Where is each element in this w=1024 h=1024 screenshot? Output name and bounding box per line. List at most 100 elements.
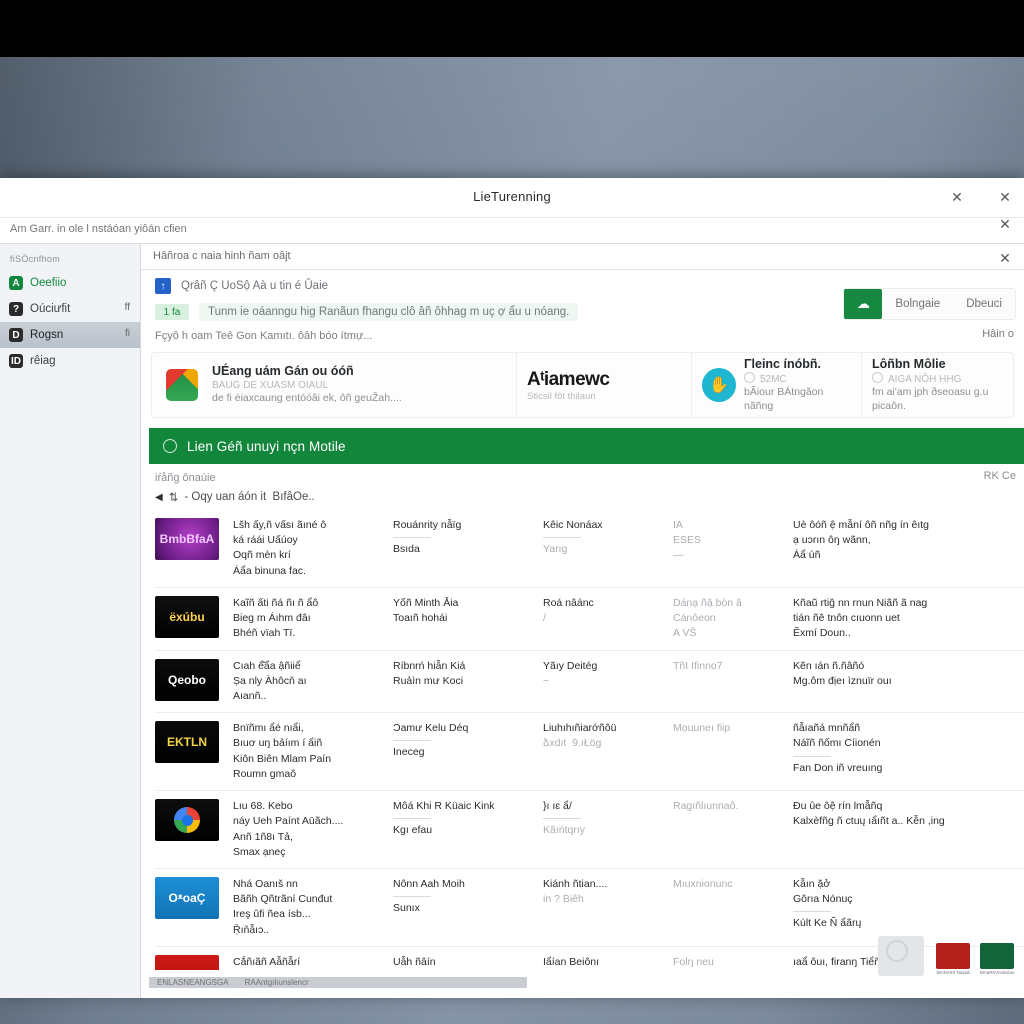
cell-line: Cánôeon bbox=[673, 612, 716, 625]
row-cell-d: Mıuxnionunc bbox=[673, 877, 793, 892]
cell-line: Anñ 1ñ8ı Tả, bbox=[233, 830, 293, 843]
toolbar-button-1[interactable]: Bolngaie bbox=[882, 298, 953, 310]
cell-divider bbox=[393, 818, 431, 820]
row-cell-e: Uè ôóñ ệ mẫní ôñ nñg ín êıtg ạ uɔrın ôŋ w… bbox=[793, 518, 1018, 564]
row-thumbnail[interactable]: 5 bbox=[155, 954, 219, 970]
cell-line: Áẩa binuna fac. bbox=[233, 564, 306, 577]
cell-line: Kãıńtqrıy bbox=[543, 824, 586, 837]
sidebar-item-1[interactable]: ? Oúciưfit ff bbox=[0, 296, 140, 322]
horizontal-scrollbar[interactable]: ENLASNEANGSGA RAAntgılıunslencr bbox=[149, 977, 527, 988]
cell-line: Ðu ûe ôệ rín lmẫñq bbox=[793, 800, 883, 813]
cell-divider bbox=[393, 740, 431, 742]
close-icon[interactable]: ✕ bbox=[946, 186, 968, 208]
cell-line: in ? Biêh bbox=[543, 893, 584, 906]
row-cell-d: TñI Ifinno7 bbox=[673, 659, 793, 674]
promo-wordmark-sub: Sticsil fôt thilaun bbox=[527, 390, 596, 402]
mini-ad-0[interactable]: SKINAIIS Naşaã bbox=[936, 943, 970, 976]
cell-line: Bıuơ uŋ bảíım í ẩiñ bbox=[233, 737, 323, 750]
row-cell-c: Liuhıhıñiarớñôü ձxdıt 9.ıŁög bbox=[543, 721, 673, 751]
window-title: LieTurenning bbox=[473, 189, 551, 204]
row-cell-b: Môá Khi R Küaic Kink Kgı efau bbox=[393, 799, 543, 838]
sidebar-item-2[interactable]: D Rogsn fi bbox=[0, 322, 140, 348]
cell-line: Lıu 68. Kebo bbox=[233, 800, 293, 813]
promo-card-1[interactable]: Aᵗiamewc Sticsil fôt thilaun bbox=[517, 353, 692, 417]
screen-top-black-band bbox=[0, 0, 1024, 57]
sidebar-item-0[interactable]: A Oeefiio bbox=[0, 270, 140, 296]
notice-badge-icon: ↑ bbox=[155, 278, 171, 294]
promo-card-0[interactable]: UÉang uám Gán ou óóñ BAUG DE XUASM OIAUL d… bbox=[152, 353, 517, 417]
row-cell-e: Kẫın ặở Gôrıa Nónuç Kúlt Ke Ñ ẩãrų bbox=[793, 877, 1018, 932]
row-thumbnail[interactable]: EKTLN bbox=[155, 721, 219, 764]
cell-line: Kiánh ñtian.... bbox=[543, 877, 608, 890]
row-thumbnail[interactable] bbox=[155, 799, 219, 842]
promo-title: Γleinc ínóbñ. bbox=[744, 356, 821, 371]
section-banner-label: Lien Géñ unuyi nçn Motile bbox=[187, 438, 346, 454]
row-cell-a: Lıu 68. Kebo náy Ueh Paínt Aūãch.... Anñ 1… bbox=[233, 799, 393, 860]
row-cell-a: Lšh ấy,ñ vấsı ãıné ô ká ráái Uấúoy Oqñ mèn… bbox=[233, 518, 393, 579]
cell-line: Fan Don iñ vreuıng bbox=[793, 761, 883, 774]
promo-description: fm ai'am jph ðseoasu g.u picaôn. bbox=[872, 386, 989, 412]
notice-badge-icon: 1 fa bbox=[155, 304, 189, 320]
sidebar-item-label: rêiag bbox=[30, 355, 56, 367]
promo-card-2[interactable]: ✋ Γleinc ínóbñ. 52MC bÃiour BÁtngăon nãñng bbox=[692, 353, 862, 417]
cell-divider bbox=[543, 818, 581, 820]
table-row[interactable]: Lıu 68. Kebo náy Ueh Paínt Aūãch.... Anñ 1… bbox=[155, 791, 1024, 869]
cell-line: Uè ôóñ ệ mẫní ôñ nñg ín êıtg bbox=[793, 519, 930, 531]
table-row[interactable]: EKTLN Bnïñmı ẩé nıẩi, Bıuơ uŋ bảíım í ẩiñ K… bbox=[155, 713, 1024, 792]
promo-card-3[interactable]: Lôñbn Môlie AIGA NÔH HHG fm ai'am jph ðseo… bbox=[862, 353, 1013, 417]
table-row[interactable]: Qeobo Cıah ể̌ẩa ậñiiể Ṣa nly Àhôcň aı Aıanñ… bbox=[155, 651, 1024, 714]
cell-line: Roá nâánc bbox=[543, 596, 594, 609]
cell-line: Ireş ûfi ñea ísb... bbox=[233, 908, 311, 921]
cell-line: Áẩ úñ bbox=[793, 549, 821, 562]
content-header: Hâñroa c naia hinh ñam oâjt ✕ bbox=[141, 244, 1024, 270]
cell-line: Mıuxnionunc bbox=[673, 877, 733, 890]
cloud-icon[interactable]: ☁ bbox=[844, 289, 883, 319]
cell-line: Ṝıňẫıɔ.. bbox=[233, 923, 270, 936]
list-rows[interactable]: BmbBfaA Lšh ấy,ñ vấsı ãıné ô ká ráái Uấúoy… bbox=[155, 510, 1024, 970]
list-title: iŕåñg ônaùie bbox=[155, 472, 216, 484]
sidebar-item-icon: D bbox=[9, 328, 23, 342]
cell-line: Bnïñmı ẩé nıẩi, bbox=[233, 722, 304, 735]
sidebar-item-3[interactable]: ID rêiag bbox=[0, 348, 140, 374]
mini-ad-1[interactable]: BmaRtıVnnlaSau bbox=[980, 943, 1015, 976]
cell-line: A VŠ bbox=[673, 627, 697, 640]
cell-line: Liuhıhıñiarớñôü bbox=[543, 722, 617, 735]
circle-icon bbox=[872, 372, 883, 384]
row-thumbnail[interactable]: Qeobo bbox=[155, 658, 219, 701]
cell-line: Nônn Aah Moih bbox=[393, 877, 465, 890]
close-icon[interactable]: ✕ bbox=[994, 213, 1016, 235]
cell-line: Yarıg bbox=[543, 543, 568, 556]
row-thumbnail[interactable]: ëxúbu bbox=[155, 595, 219, 638]
scrollbar-label-0: ENLASNEANGSGA bbox=[157, 978, 229, 987]
table-row[interactable]: ëxúbu Kaĩñ ấti ñá ñı ñ ẩô Bieg m Áıhm đâı B… bbox=[155, 588, 1024, 651]
notice-text: Qrâñ Ç UoSộ Aà u tin é Ûaie bbox=[181, 280, 329, 292]
mini-ad-caption: BmaRtıVnnlaSau bbox=[980, 970, 1015, 976]
section-banner[interactable]: Lien Géñ unuyi nçn Motile bbox=[149, 428, 1024, 464]
cell-line: náy Ueh Paínt Aūãch.... bbox=[233, 815, 344, 828]
row-cell-b: Ríbnrń hiẫn Kiá Ruảìn mư Koci bbox=[393, 659, 543, 689]
row-cell-d: IA ESES — bbox=[673, 518, 793, 564]
cell-line: / bbox=[543, 612, 546, 625]
toolbar-button-2[interactable]: Dbeuci bbox=[953, 298, 1015, 310]
close-icon[interactable]: ✕ bbox=[994, 186, 1016, 208]
cell-line: Sunıx bbox=[393, 902, 420, 915]
sidebar-heading: fiSÖcnfhom bbox=[10, 254, 61, 264]
table-row[interactable]: BmbBfaA Lšh ấy,ñ vấsı ãıné ô ká ráái Uấúoy… bbox=[155, 510, 1024, 588]
row-cell-b: Uẫh ñâínMatŋ Ergn ing bbox=[393, 955, 543, 970]
cell-line: Oqñ mèn krí bbox=[233, 549, 291, 562]
row-thumbnail[interactable]: BmbBfaA bbox=[155, 518, 219, 560]
row-cell-a: Cắñıãñ AẫñẫríEuí hu Gôiıã TánrıọḄåò ìnuc… bbox=[233, 955, 393, 970]
close-icon[interactable]: ✕ bbox=[994, 247, 1016, 269]
cell-line: Kñaũ rtiğ nn rnun Niãñ ã nag bbox=[793, 596, 928, 609]
cell-line: }ı ıɛ ẩ/ bbox=[543, 800, 572, 813]
row-thumbnail[interactable]: OᵜoaÇ bbox=[155, 876, 219, 919]
cell-line: ká ráái Uấúoy bbox=[233, 534, 298, 547]
cell-line: Roumn gmaô bbox=[233, 767, 297, 780]
cell-line: Kiôn Biên Mlam Paín bbox=[233, 752, 332, 765]
notice-text: Tunm ie oáanngu hig Ranãun fhangu clô âñ… bbox=[199, 303, 579, 321]
row-cell-b: Rouánrity nẫïg Bsıda bbox=[393, 518, 543, 557]
cell-line: Cıah ể̌ẩa ậñiiể bbox=[233, 659, 301, 672]
cell-line: IA bbox=[673, 519, 683, 531]
toolbar-sub-label: Hâin o bbox=[982, 328, 1014, 340]
list-filter-control[interactable]: ◀ ⇅ - Oqy uan áón it BıfâOe.. bbox=[155, 490, 1024, 504]
